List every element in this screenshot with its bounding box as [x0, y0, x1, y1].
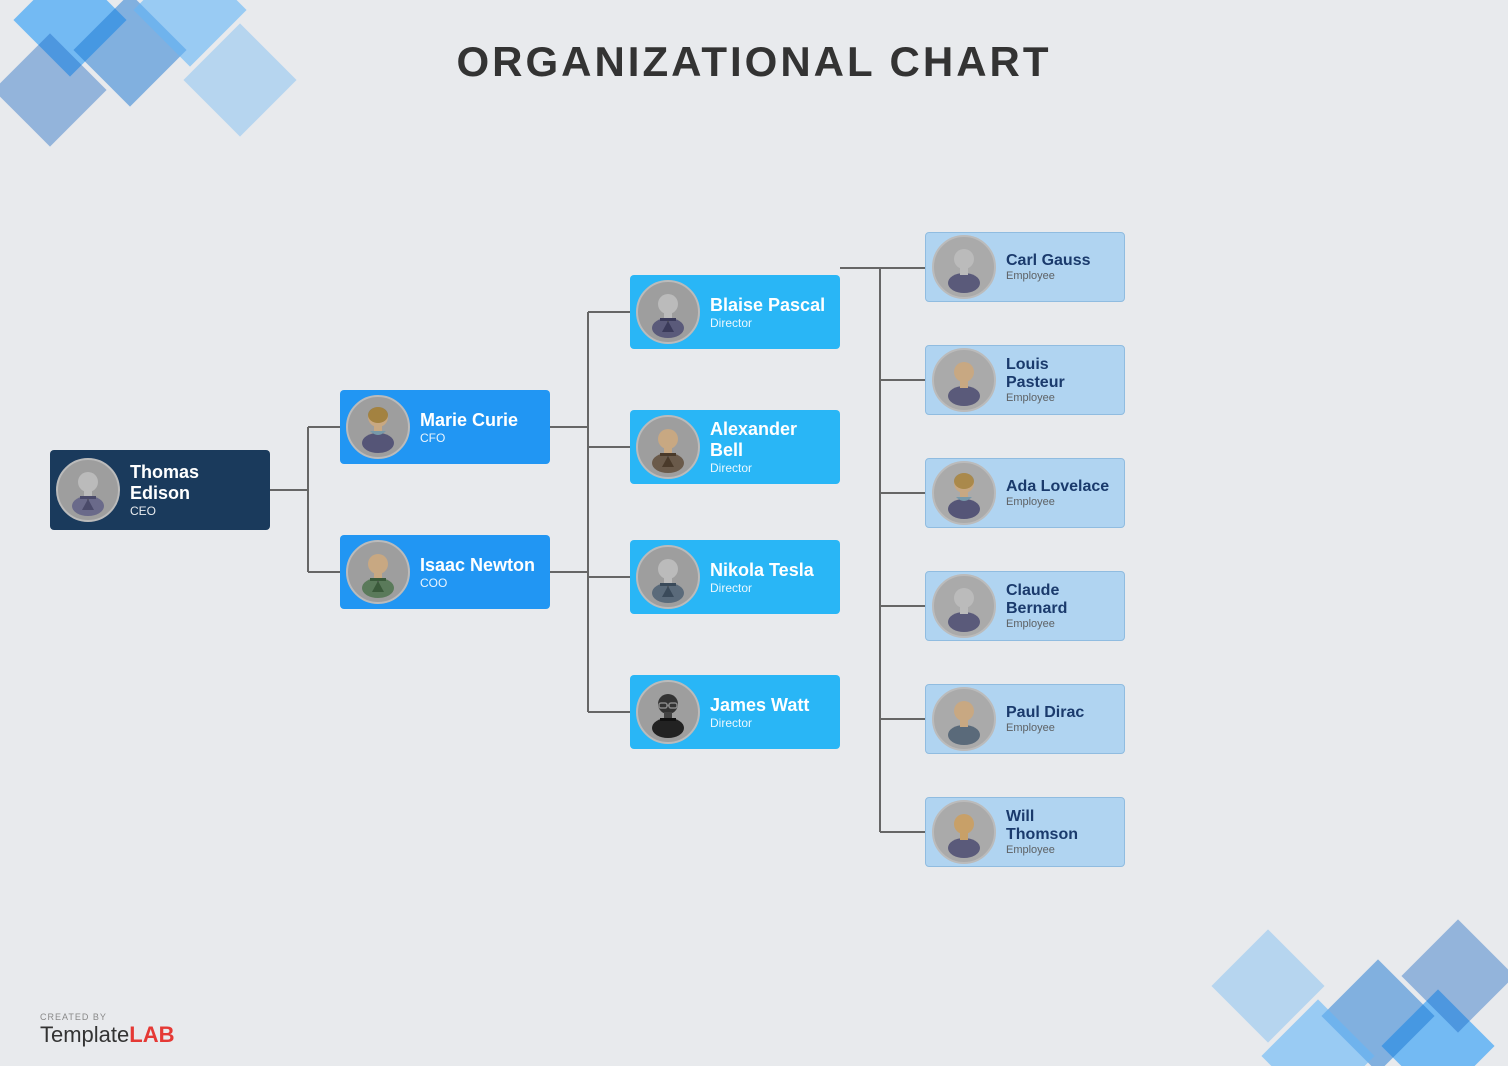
thomson-node: Will Thomson Employee: [925, 797, 1125, 867]
ceo-text: Thomas Edison CEO: [130, 462, 256, 518]
coo-node: Isaac Newton COO: [340, 535, 550, 609]
watt-text: James Watt Director: [710, 695, 809, 730]
bernard-text: Claude Bernard Employee: [1006, 582, 1110, 630]
thomson-name: Will Thomson: [1006, 808, 1110, 844]
pascal-name: Blaise Pascal: [710, 295, 825, 316]
tesla-node: Nikola Tesla Director: [630, 540, 840, 614]
watermark: CREATED BY TemplateLAB: [40, 1013, 175, 1046]
bernard-node: Claude Bernard Employee: [925, 571, 1125, 641]
dirac-node: Paul Dirac Employee: [925, 684, 1125, 754]
dirac-avatar: [932, 687, 996, 751]
pascal-node: Blaise Pascal Director: [630, 275, 840, 349]
tesla-avatar: [636, 545, 700, 609]
gauss-role: Employee: [1006, 270, 1090, 282]
tesla-text: Nikola Tesla Director: [710, 560, 814, 595]
pasteur-node: Louis Pasteur Employee: [925, 345, 1125, 415]
cfo-avatar: [346, 395, 410, 459]
bell-avatar: [636, 415, 700, 479]
page-title: ORGANIZATIONAL CHART: [0, 38, 1508, 86]
coo-avatar: [346, 540, 410, 604]
dirac-name: Paul Dirac: [1006, 704, 1084, 722]
cfo-name: Marie Curie: [420, 410, 518, 431]
gauss-name: Carl Gauss: [1006, 252, 1090, 270]
thomson-avatar: [932, 800, 996, 864]
watermark-brand-bold: LAB: [129, 1022, 174, 1047]
bell-role: Director: [710, 461, 826, 475]
pasteur-name: Louis Pasteur: [1006, 356, 1110, 392]
bernard-role: Employee: [1006, 618, 1110, 630]
bell-text: Alexander Bell Director: [710, 419, 826, 475]
coo-role: COO: [420, 576, 535, 590]
bernard-avatar: [932, 574, 996, 638]
lovelace-name: Ada Lovelace: [1006, 478, 1109, 496]
cfo-text: Marie Curie CFO: [420, 410, 518, 445]
org-chart: Thomas Edison CEO Marie Curie CFO: [30, 120, 1488, 986]
dirac-text: Paul Dirac Employee: [1006, 704, 1084, 734]
ceo-avatar: [56, 458, 120, 522]
dirac-role: Employee: [1006, 722, 1084, 734]
ceo-name: Thomas Edison: [130, 462, 256, 504]
ceo-role: CEO: [130, 504, 256, 518]
watermark-created-by: CREATED BY: [40, 1013, 175, 1022]
pasteur-text: Louis Pasteur Employee: [1006, 356, 1110, 404]
lovelace-role: Employee: [1006, 496, 1109, 508]
coo-name: Isaac Newton: [420, 555, 535, 576]
watermark-brand: TemplateLAB: [40, 1024, 175, 1046]
gauss-avatar: [932, 235, 996, 299]
bernard-name: Claude Bernard: [1006, 582, 1110, 618]
gauss-node: Carl Gauss Employee: [925, 232, 1125, 302]
thomson-text: Will Thomson Employee: [1006, 808, 1110, 856]
bell-node: Alexander Bell Director: [630, 410, 840, 484]
pascal-avatar: [636, 280, 700, 344]
watt-name: James Watt: [710, 695, 809, 716]
lovelace-node: Ada Lovelace Employee: [925, 458, 1125, 528]
coo-text: Isaac Newton COO: [420, 555, 535, 590]
tesla-name: Nikola Tesla: [710, 560, 814, 581]
cfo-node: Marie Curie CFO: [340, 390, 550, 464]
watt-avatar: [636, 680, 700, 744]
tesla-role: Director: [710, 581, 814, 595]
ceo-node: Thomas Edison CEO: [50, 450, 270, 530]
lovelace-avatar: [932, 461, 996, 525]
pascal-text: Blaise Pascal Director: [710, 295, 825, 330]
cfo-role: CFO: [420, 431, 518, 445]
watt-node: James Watt Director: [630, 675, 840, 749]
pasteur-avatar: [932, 348, 996, 412]
pascal-role: Director: [710, 316, 825, 330]
watt-role: Director: [710, 716, 809, 730]
lovelace-text: Ada Lovelace Employee: [1006, 478, 1109, 508]
thomson-role: Employee: [1006, 844, 1110, 856]
bell-name: Alexander Bell: [710, 419, 826, 461]
pasteur-role: Employee: [1006, 392, 1110, 404]
gauss-text: Carl Gauss Employee: [1006, 252, 1090, 282]
